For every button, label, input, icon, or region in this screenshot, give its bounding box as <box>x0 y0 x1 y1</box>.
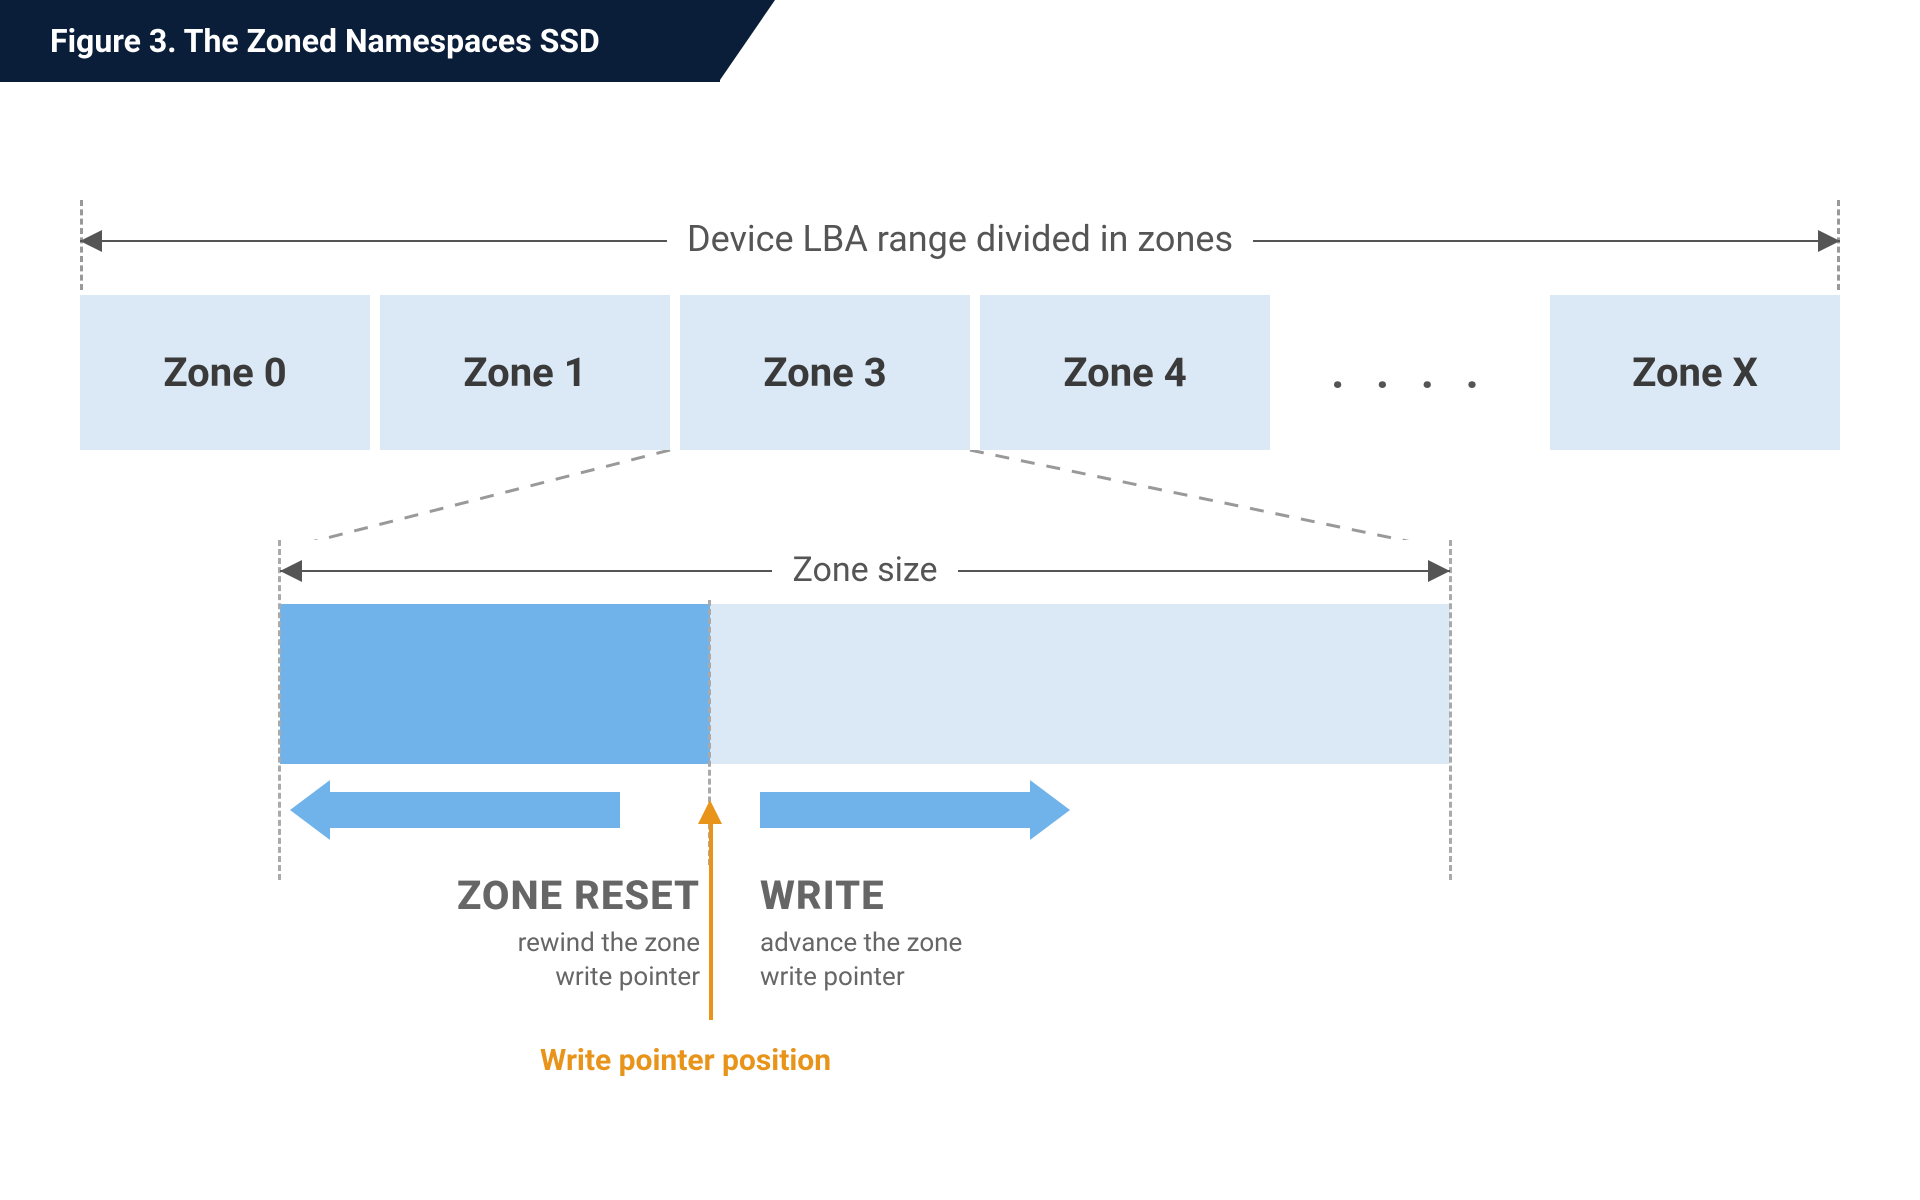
zone-box: Zone 3 <box>680 295 970 450</box>
ellipsis-dots: . . . . <box>1280 346 1540 400</box>
zone-empty-region <box>710 604 1450 764</box>
zone-box: Zone 4 <box>980 295 1270 450</box>
write-arrow-icon <box>760 792 1030 828</box>
zoom-dashed-lines <box>80 450 1840 540</box>
zone-box: Zone 1 <box>380 295 670 450</box>
zone-box: Zone 0 <box>80 295 370 450</box>
zone-size-arrow: Zone size <box>280 540 1450 600</box>
zone-detail-bar <box>280 604 1450 764</box>
operation-arrows <box>280 782 1450 842</box>
zone-reset-title: ZONE RESET <box>280 872 700 919</box>
zone-size-section: Zone size ZONE RESET rewind the zonewrit… <box>280 540 1450 872</box>
zones-row: Zone 0 Zone 1 Zone 3 Zone 4 . . . . Zone… <box>80 295 1840 450</box>
lba-range-arrow: Device LBA range divided in zones <box>80 200 1840 270</box>
diagram-container: Device LBA range divided in zones Zone 0… <box>80 200 1840 450</box>
lba-range-label: Device LBA range divided in zones <box>667 218 1253 260</box>
figure-title: Figure 3. The Zoned Namespaces SSD <box>0 0 720 82</box>
write-pointer-label: Write pointer position <box>540 1043 831 1078</box>
write-title: WRITE <box>760 872 1160 919</box>
write-pointer-arrow-icon <box>706 800 714 1020</box>
zone-reset-desc: rewind the zonewrite pointer <box>280 927 700 995</box>
zone-size-label: Zone size <box>772 550 957 590</box>
write-desc: advance the zonewrite pointer <box>760 927 1160 995</box>
zone-box: Zone X <box>1550 295 1840 450</box>
zone-written-region <box>280 604 710 764</box>
zone-reset-arrow-icon <box>330 792 620 828</box>
